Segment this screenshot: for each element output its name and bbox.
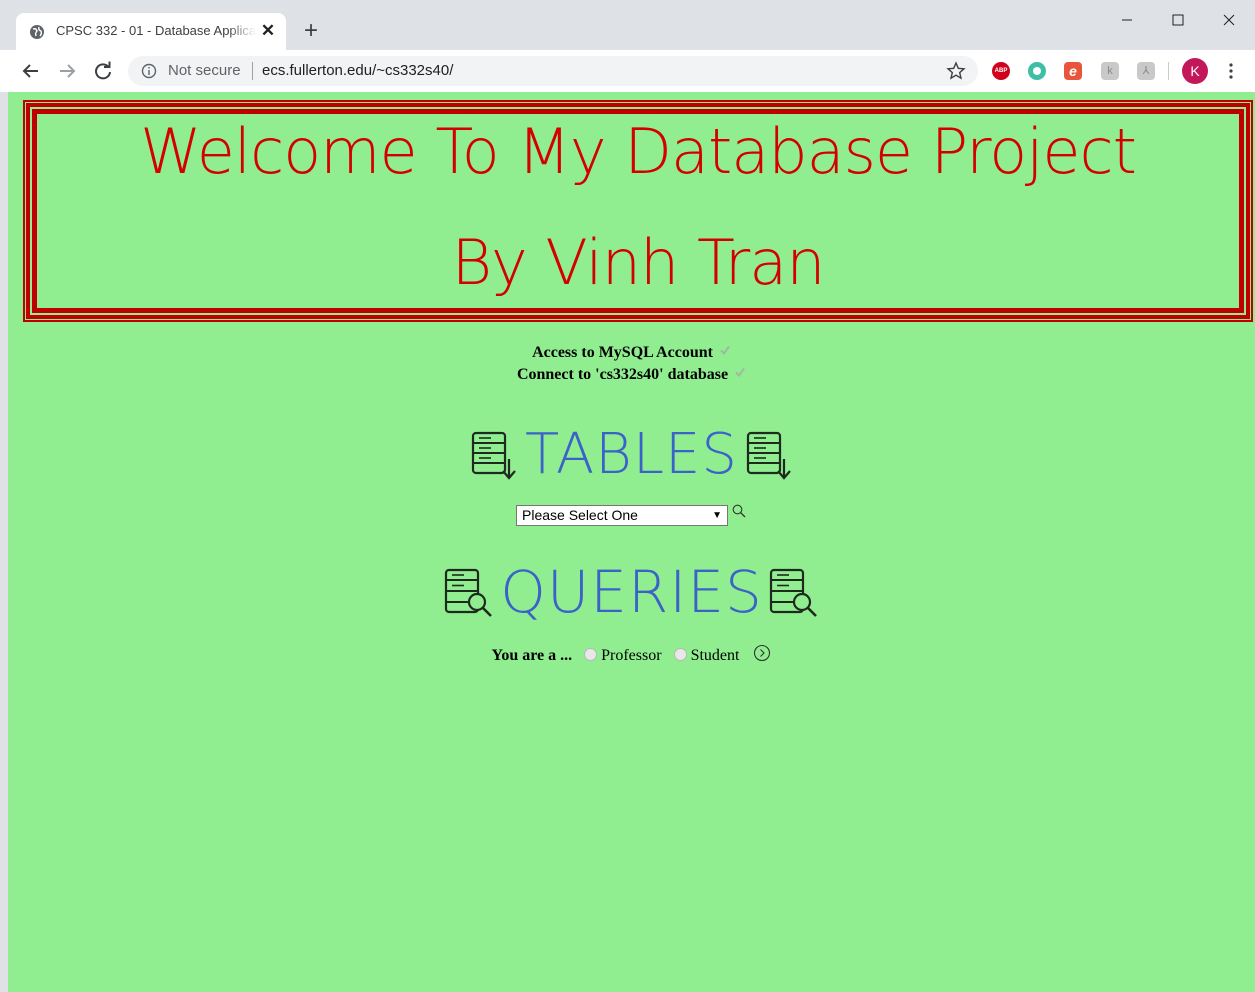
check-icon [735, 367, 745, 378]
extension-circle-icon[interactable] [1028, 62, 1046, 80]
reload-icon[interactable] [90, 58, 116, 84]
browser-tab[interactable]: CPSC 332 - 01 - Database Applications ✕ [16, 13, 286, 50]
professor-radio[interactable] [584, 648, 598, 661]
toolbar-divider [1168, 62, 1169, 80]
profile-avatar[interactable]: K [1182, 58, 1208, 84]
address-bar[interactable]: Not secure ecs.fullerton.edu/~cs332s40/ [128, 56, 978, 86]
minimize-icon[interactable] [1104, 8, 1150, 32]
back-arrow-icon[interactable] [18, 58, 44, 84]
search-icon[interactable] [731, 503, 747, 519]
dropdown-arrow-icon: ▼ [712, 510, 722, 521]
role-selection-row: You are a ... Professor Student [8, 644, 1255, 665]
server-search-icon [769, 568, 817, 617]
globe-icon [30, 25, 44, 39]
url-text[interactable]: ecs.fullerton.edu/~cs332s40/ [262, 62, 453, 79]
server-search-icon [445, 568, 493, 617]
title-banner: Welcome To My Database Project By Vinh T… [23, 100, 1253, 322]
database-connect-label: Connect to 'cs332s40' database [516, 366, 729, 383]
server-download-icon [471, 431, 516, 480]
browser-toolbar: Not secure ecs.fullerton.edu/~cs332s40/ … [0, 50, 1255, 92]
go-arrow-icon[interactable] [753, 644, 771, 662]
tables-title: TABLES [525, 422, 738, 487]
new-tab-button[interactable]: + [300, 19, 322, 43]
tab-title: CPSC 332 - 01 - Database Applications [56, 23, 256, 38]
server-download-icon [746, 431, 791, 480]
database-connect-status: Connect to 'cs332s40' database [8, 366, 1255, 384]
page-title: Welcome To My Database Project [140, 115, 1137, 188]
more-menu-icon[interactable] [1222, 62, 1240, 80]
forward-arrow-icon[interactable] [54, 58, 80, 84]
queries-heading: QUERIES [8, 558, 1255, 626]
security-status: Not secure [168, 62, 241, 79]
extension-pdf-icon[interactable]: ⅄ [1137, 62, 1155, 80]
bookmark-star-icon[interactable] [946, 61, 966, 81]
table-select-value: Please Select One [522, 507, 638, 523]
tab-strip: CPSC 332 - 01 - Database Applications ✕ … [0, 0, 1255, 50]
tables-heading: TABLES [8, 422, 1255, 487]
page-content: Welcome To My Database Project By Vinh T… [8, 92, 1255, 992]
adblock-extension-icon[interactable]: ABP [992, 62, 1010, 80]
table-select-dropdown[interactable]: Please Select One ▼ [516, 505, 728, 526]
mysql-access-status: Access to MySQL Account [8, 344, 1255, 362]
maximize-icon[interactable] [1155, 8, 1201, 32]
role-prompt: You are a ... [491, 647, 573, 664]
close-window-icon[interactable] [1206, 8, 1252, 32]
extension-e-icon[interactable]: e [1064, 62, 1082, 80]
mysql-access-label: Access to MySQL Account [532, 344, 713, 361]
extension-k-icon[interactable]: k [1101, 62, 1119, 80]
table-select-row: Please Select One ▼ [8, 503, 1255, 526]
student-label: Student [690, 647, 740, 664]
url-divider [252, 62, 253, 80]
queries-title: QUERIES [500, 558, 763, 626]
student-radio[interactable] [673, 648, 687, 661]
close-tab-icon[interactable]: ✕ [260, 22, 276, 39]
info-icon[interactable] [141, 63, 157, 79]
check-icon [720, 345, 730, 356]
page-subtitle: By Vinh Tran [451, 226, 825, 299]
professor-label: Professor [601, 647, 662, 664]
